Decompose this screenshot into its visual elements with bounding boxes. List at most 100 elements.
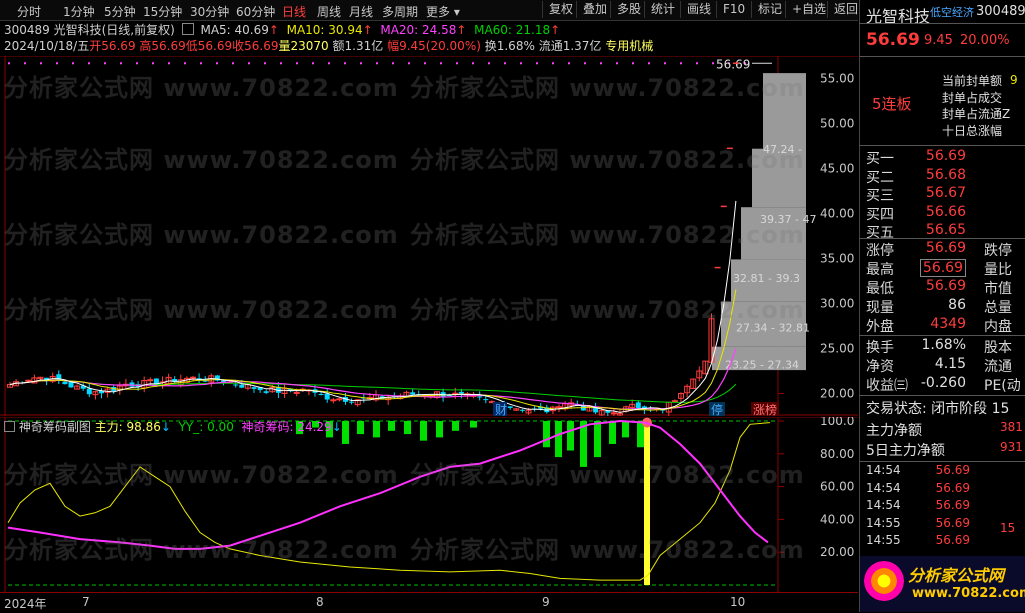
- limit-dot: [232, 62, 234, 65]
- stat-row-label: 外盘: [866, 319, 894, 335]
- mark-button[interactable]: 标记: [751, 1, 782, 18]
- watermark: 分析家公式网 www.70822.com: [410, 74, 805, 102]
- date-label: 10: [730, 595, 746, 609]
- limit-dot: [712, 62, 714, 65]
- ma5-value: MA5: 40.69: [200, 23, 269, 37]
- bid-row-value: 56.66: [925, 203, 966, 220]
- period-tab-1min[interactable]: 1分钟: [63, 3, 95, 20]
- watermark: 分析家公式网 www.70822.com: [4, 74, 399, 102]
- chip-value: 神奇筹码: 24.29: [241, 420, 332, 434]
- tick-row: 14:54 56.69: [866, 463, 1025, 481]
- y-tick-label: 50.00: [820, 117, 854, 131]
- bid-row-label: 买二: [866, 169, 894, 186]
- period-tab-monthly[interactable]: 月线: [349, 3, 373, 20]
- multi-stock-button[interactable]: 多股: [610, 1, 641, 18]
- add-watchlist-button[interactable]: +自选: [785, 1, 826, 18]
- tick-row-label: 14:55: [866, 515, 901, 530]
- period-tab-weekly[interactable]: 周线: [317, 3, 341, 20]
- indicator-chart[interactable]: 100.0 80.00 60.00 40.00 20.00: [0, 417, 858, 592]
- main-net-label: 主力净额: [866, 423, 922, 439]
- up-arrow-icon: ↑: [456, 23, 467, 37]
- up-arrow-icon: ↑: [362, 23, 373, 37]
- limit-dot: [536, 62, 538, 65]
- y-tick-label: 80.00: [820, 447, 854, 461]
- limit-dot: [456, 62, 458, 65]
- tick-row-value: 56.69: [935, 533, 970, 547]
- ma10-value: MA10: 30.94: [286, 23, 363, 37]
- limit-dot: [392, 62, 394, 65]
- back-button[interactable]: 返回: [827, 1, 858, 18]
- period-tab-multi[interactable]: 多周期: [382, 3, 418, 20]
- period-tab-more[interactable]: 更多 ▾: [426, 3, 460, 20]
- limit-dot: [632, 62, 634, 65]
- stat-row-value: 4349: [930, 316, 966, 332]
- y-tick-label: 45.00: [820, 162, 854, 176]
- bid-row-value: 56.65: [925, 222, 966, 238]
- down-arrow-icon: ↓: [160, 420, 171, 434]
- concept-tag[interactable]: 低空经济: [930, 4, 974, 20]
- float-cap-value: 流通1.37亿: [538, 39, 602, 53]
- watermark: 分析家公式网 www.70822.com: [4, 296, 399, 324]
- period-tab-30min[interactable]: 30分钟: [190, 3, 229, 20]
- main-force-bar: [543, 421, 550, 448]
- watermark: 分析家公式网 www.70822.com: [410, 221, 805, 249]
- limit-dot: [264, 62, 266, 65]
- period-tab-daily[interactable]: 日线: [282, 3, 306, 20]
- period-tab-15min[interactable]: 15分钟: [143, 3, 182, 20]
- bid-row: 买一 56.69: [866, 148, 1025, 167]
- limit-dot: [328, 62, 330, 65]
- limit-dot: [40, 62, 42, 65]
- limit-dot: [104, 62, 106, 65]
- limit-dot: [312, 62, 314, 65]
- dropdown-icon[interactable]: [181, 23, 194, 35]
- candle-body: [251, 387, 257, 389]
- limit-dot: [520, 62, 522, 65]
- limit-dot: [24, 62, 26, 65]
- period-tab-60min[interactable]: 60分钟: [236, 3, 275, 20]
- event-marker-zhangbang: 涨榜: [753, 402, 777, 416]
- candle-body: [507, 406, 513, 408]
- main-force-bar: [342, 421, 349, 444]
- open-value: 开56.69: [89, 39, 136, 53]
- board-value: 9: [1010, 73, 1018, 87]
- draw-line-button[interactable]: 画线: [680, 1, 711, 18]
- indicator-dropdown-icon[interactable]: [4, 421, 15, 432]
- candle-body: [263, 391, 269, 393]
- stat2-row-value: 4.15: [934, 356, 966, 372]
- candle-body: [349, 401, 355, 403]
- f10-button[interactable]: F10: [716, 1, 745, 18]
- y-tick-label: 60.00: [820, 480, 854, 494]
- fuquan-button[interactable]: 复权: [542, 1, 573, 18]
- amount-value: 额1.31亿: [332, 39, 384, 53]
- ma-info-line: 300489 光智科技(日线,前复权) MA5: 40.69↑ MA10: 30…: [4, 21, 560, 37]
- stat-row: 最高 56.69 量比: [866, 259, 1025, 278]
- main-net5-value: 931: [1000, 440, 1023, 454]
- limit-dot: [136, 62, 138, 65]
- period-toolbar: 分时 1分钟 5分钟 15分钟 30分钟 60分钟 日线 周线 月线 多周期 更…: [0, 0, 858, 21]
- candle-body: [25, 379, 32, 382]
- limit-dot: [168, 62, 170, 65]
- main-net5-label: 5日主力净额: [866, 443, 945, 459]
- candle-body: [635, 402, 641, 408]
- period-tab-fenshi[interactable]: 分时: [17, 3, 41, 20]
- y-tick-label: 20.00: [820, 387, 854, 401]
- y-tick-label: 20.00: [820, 545, 854, 559]
- logo-banner[interactable]: 分析家公式网 www.70822.com: [860, 556, 1025, 612]
- close-value: 收56.69: [232, 39, 279, 53]
- limit-dot: [600, 62, 602, 65]
- tick-row-value: 56.69: [935, 463, 970, 477]
- watermark: 分析家公式网 www.70822.com: [4, 221, 399, 249]
- overlay-button[interactable]: 叠加: [576, 1, 607, 18]
- y-tick-label: 25.00: [820, 342, 854, 356]
- candle-body: [293, 391, 300, 394]
- change-value: 幅9.45(20.00%): [387, 39, 481, 53]
- y-tick-label: 55.00: [820, 72, 854, 86]
- stat-row-value: 86: [948, 297, 966, 313]
- stats-button[interactable]: 统计: [644, 1, 675, 18]
- limit-dot: [200, 62, 202, 65]
- period-tab-5min[interactable]: 5分钟: [104, 3, 136, 20]
- tick-volume: 15: [1000, 521, 1016, 535]
- watermark: 分析家公式网 www.70822.com: [410, 461, 805, 489]
- watermark: 分析家公式网 www.70822.com: [410, 146, 805, 174]
- stat-row-label: 最低: [866, 281, 894, 297]
